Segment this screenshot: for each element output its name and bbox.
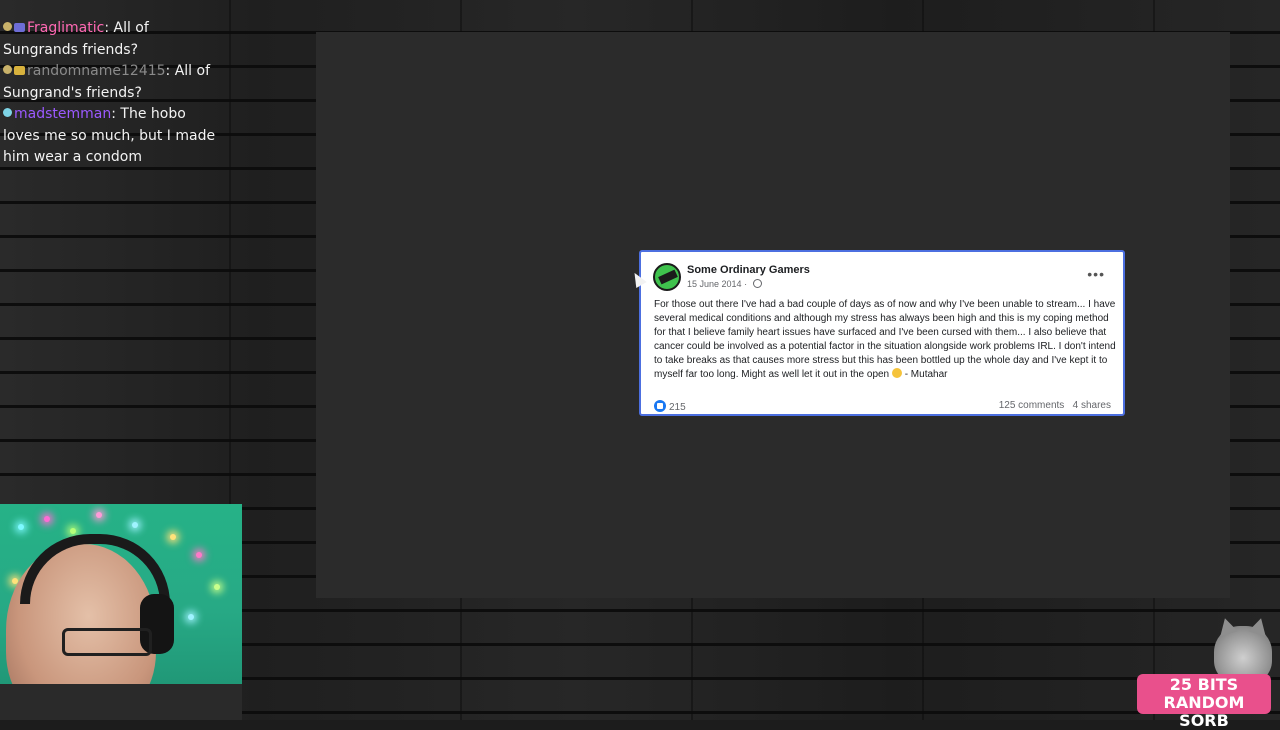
post-signoff: - Mutahar [904,369,948,380]
post-author[interactable]: Some Ordinary Gamers [687,264,810,276]
shirt [0,684,242,720]
bits-alert: 25 BITS RANDOM SORB [1137,674,1271,730]
chat-message: randomname12415: All of Sungrand's frien… [3,61,218,104]
webcam-feed [0,504,242,720]
post-stats: 125 comments 4 shares [999,400,1111,411]
alert-username: RANDOM SORB [1163,693,1245,730]
page-logo-icon[interactable] [653,263,681,291]
facebook-post-card: Some Ordinary Gamers 15 June 2014 · ••• … [639,250,1125,416]
subscriber-badge-icon [3,65,12,74]
post-date: 15 June 2014 · [687,279,762,289]
sad-emoji-icon [891,368,902,378]
glasses [62,628,152,656]
chat-overlay: Fraglimatic: All of Sungrands friends? r… [3,18,218,169]
subscriber-badge-icon [3,108,12,117]
post-date-text[interactable]: 15 June 2014 [687,279,742,289]
subscriber-badge-icon [3,22,12,31]
share-count[interactable]: 4 shares [1073,400,1111,411]
chat-separator: : [104,20,110,36]
post-body-text: For those out there I've had a bad coupl… [654,299,1116,380]
crown-badge-icon [14,66,25,75]
chat-separator: : [111,106,116,122]
comment-count[interactable]: 125 comments [999,400,1065,411]
chat-username: madstemman [14,106,112,122]
chat-username: Fraglimatic [27,20,105,36]
chat-message: Fraglimatic: All of Sungrands friends? [3,18,218,61]
alert-amount: 25 BITS [1169,675,1239,694]
like-icon [654,400,666,412]
like-count[interactable]: 215 [669,402,686,413]
globe-icon [752,279,762,288]
more-options-icon[interactable]: ••• [1087,266,1105,282]
bits-badge-icon [14,23,25,32]
chat-separator: : [165,63,171,79]
chat-username: randomname12415 [27,63,166,79]
post-footer: 215 125 comments 4 shares [654,400,1111,413]
post-body: For those out there I've had a bad coupl… [654,298,1118,382]
chat-message: madstemman: The hobo loves me so much, b… [3,104,218,169]
